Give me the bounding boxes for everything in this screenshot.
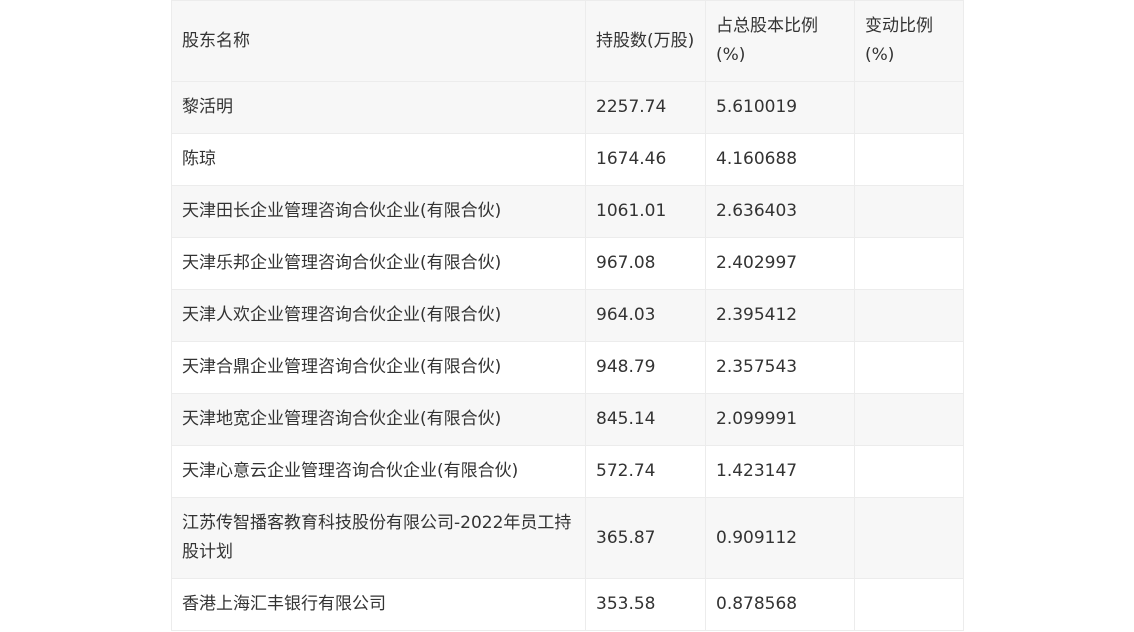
table-row: 天津田长企业管理咨询合伙企业(有限合伙) 1061.01 2.636403	[171, 185, 964, 238]
cell-change	[854, 341, 964, 394]
cell-change	[854, 133, 964, 186]
table-row: 天津乐邦企业管理咨询合伙企业(有限合伙) 967.08 2.402997	[171, 237, 964, 290]
header-ratio: 占总股本比例(%)	[705, 0, 855, 82]
header-change: 变动比例(%)	[854, 0, 964, 82]
cell-change	[854, 497, 964, 579]
table-row: 天津人欢企业管理咨询合伙企业(有限合伙) 964.03 2.395412	[171, 289, 964, 342]
table-row: 陈琼 1674.46 4.160688	[171, 133, 964, 186]
cell-change	[854, 393, 964, 446]
cell-shares: 964.03	[585, 289, 706, 342]
cell-shares: 1674.46	[585, 133, 706, 186]
cell-name: 陈琼	[171, 133, 586, 186]
cell-name: 天津乐邦企业管理咨询合伙企业(有限合伙)	[171, 237, 586, 290]
cell-ratio: 5.610019	[705, 81, 855, 134]
table-row: 香港上海汇丰银行有限公司 353.58 0.878568	[171, 578, 964, 631]
cell-ratio: 0.878568	[705, 578, 855, 631]
cell-ratio: 1.423147	[705, 445, 855, 498]
cell-shares: 353.58	[585, 578, 706, 631]
shareholder-table-container: 股东名称 持股数(万股) 占总股本比例(%) 变动比例(%) 黎活明 2257.…	[171, 0, 964, 631]
cell-ratio: 2.099991	[705, 393, 855, 446]
cell-name: 天津合鼎企业管理咨询合伙企业(有限合伙)	[171, 341, 586, 394]
cell-name: 天津人欢企业管理咨询合伙企业(有限合伙)	[171, 289, 586, 342]
table-row: 天津地宽企业管理咨询合伙企业(有限合伙) 845.14 2.099991	[171, 393, 964, 446]
cell-shares: 845.14	[585, 393, 706, 446]
cell-ratio: 2.357543	[705, 341, 855, 394]
shareholder-table: 股东名称 持股数(万股) 占总股本比例(%) 变动比例(%) 黎活明 2257.…	[171, 0, 964, 631]
cell-ratio: 4.160688	[705, 133, 855, 186]
cell-shares: 2257.74	[585, 81, 706, 134]
cell-shares: 1061.01	[585, 185, 706, 238]
cell-name: 黎活明	[171, 81, 586, 134]
table-row: 天津心意云企业管理咨询合伙企业(有限合伙) 572.74 1.423147	[171, 445, 964, 498]
cell-change	[854, 445, 964, 498]
cell-change	[854, 185, 964, 238]
cell-name: 天津田长企业管理咨询合伙企业(有限合伙)	[171, 185, 586, 238]
table-header-row: 股东名称 持股数(万股) 占总股本比例(%) 变动比例(%)	[171, 0, 964, 82]
table-row: 天津合鼎企业管理咨询合伙企业(有限合伙) 948.79 2.357543	[171, 341, 964, 394]
cell-ratio: 2.395412	[705, 289, 855, 342]
cell-change	[854, 289, 964, 342]
cell-shares: 365.87	[585, 497, 706, 579]
cell-ratio: 0.909112	[705, 497, 855, 579]
cell-change	[854, 81, 964, 134]
cell-shares: 948.79	[585, 341, 706, 394]
cell-name: 江苏传智播客教育科技股份有限公司-2022年员工持股计划	[171, 497, 586, 579]
cell-name: 天津地宽企业管理咨询合伙企业(有限合伙)	[171, 393, 586, 446]
header-shares: 持股数(万股)	[585, 0, 706, 82]
table-row: 江苏传智播客教育科技股份有限公司-2022年员工持股计划 365.87 0.90…	[171, 497, 964, 579]
cell-ratio: 2.636403	[705, 185, 855, 238]
cell-name: 天津心意云企业管理咨询合伙企业(有限合伙)	[171, 445, 586, 498]
cell-change	[854, 237, 964, 290]
cell-name: 香港上海汇丰银行有限公司	[171, 578, 586, 631]
cell-change	[854, 578, 964, 631]
table-row: 黎活明 2257.74 5.610019	[171, 81, 964, 134]
cell-shares: 967.08	[585, 237, 706, 290]
header-shareholder-name: 股东名称	[171, 0, 586, 82]
cell-ratio: 2.402997	[705, 237, 855, 290]
cell-shares: 572.74	[585, 445, 706, 498]
